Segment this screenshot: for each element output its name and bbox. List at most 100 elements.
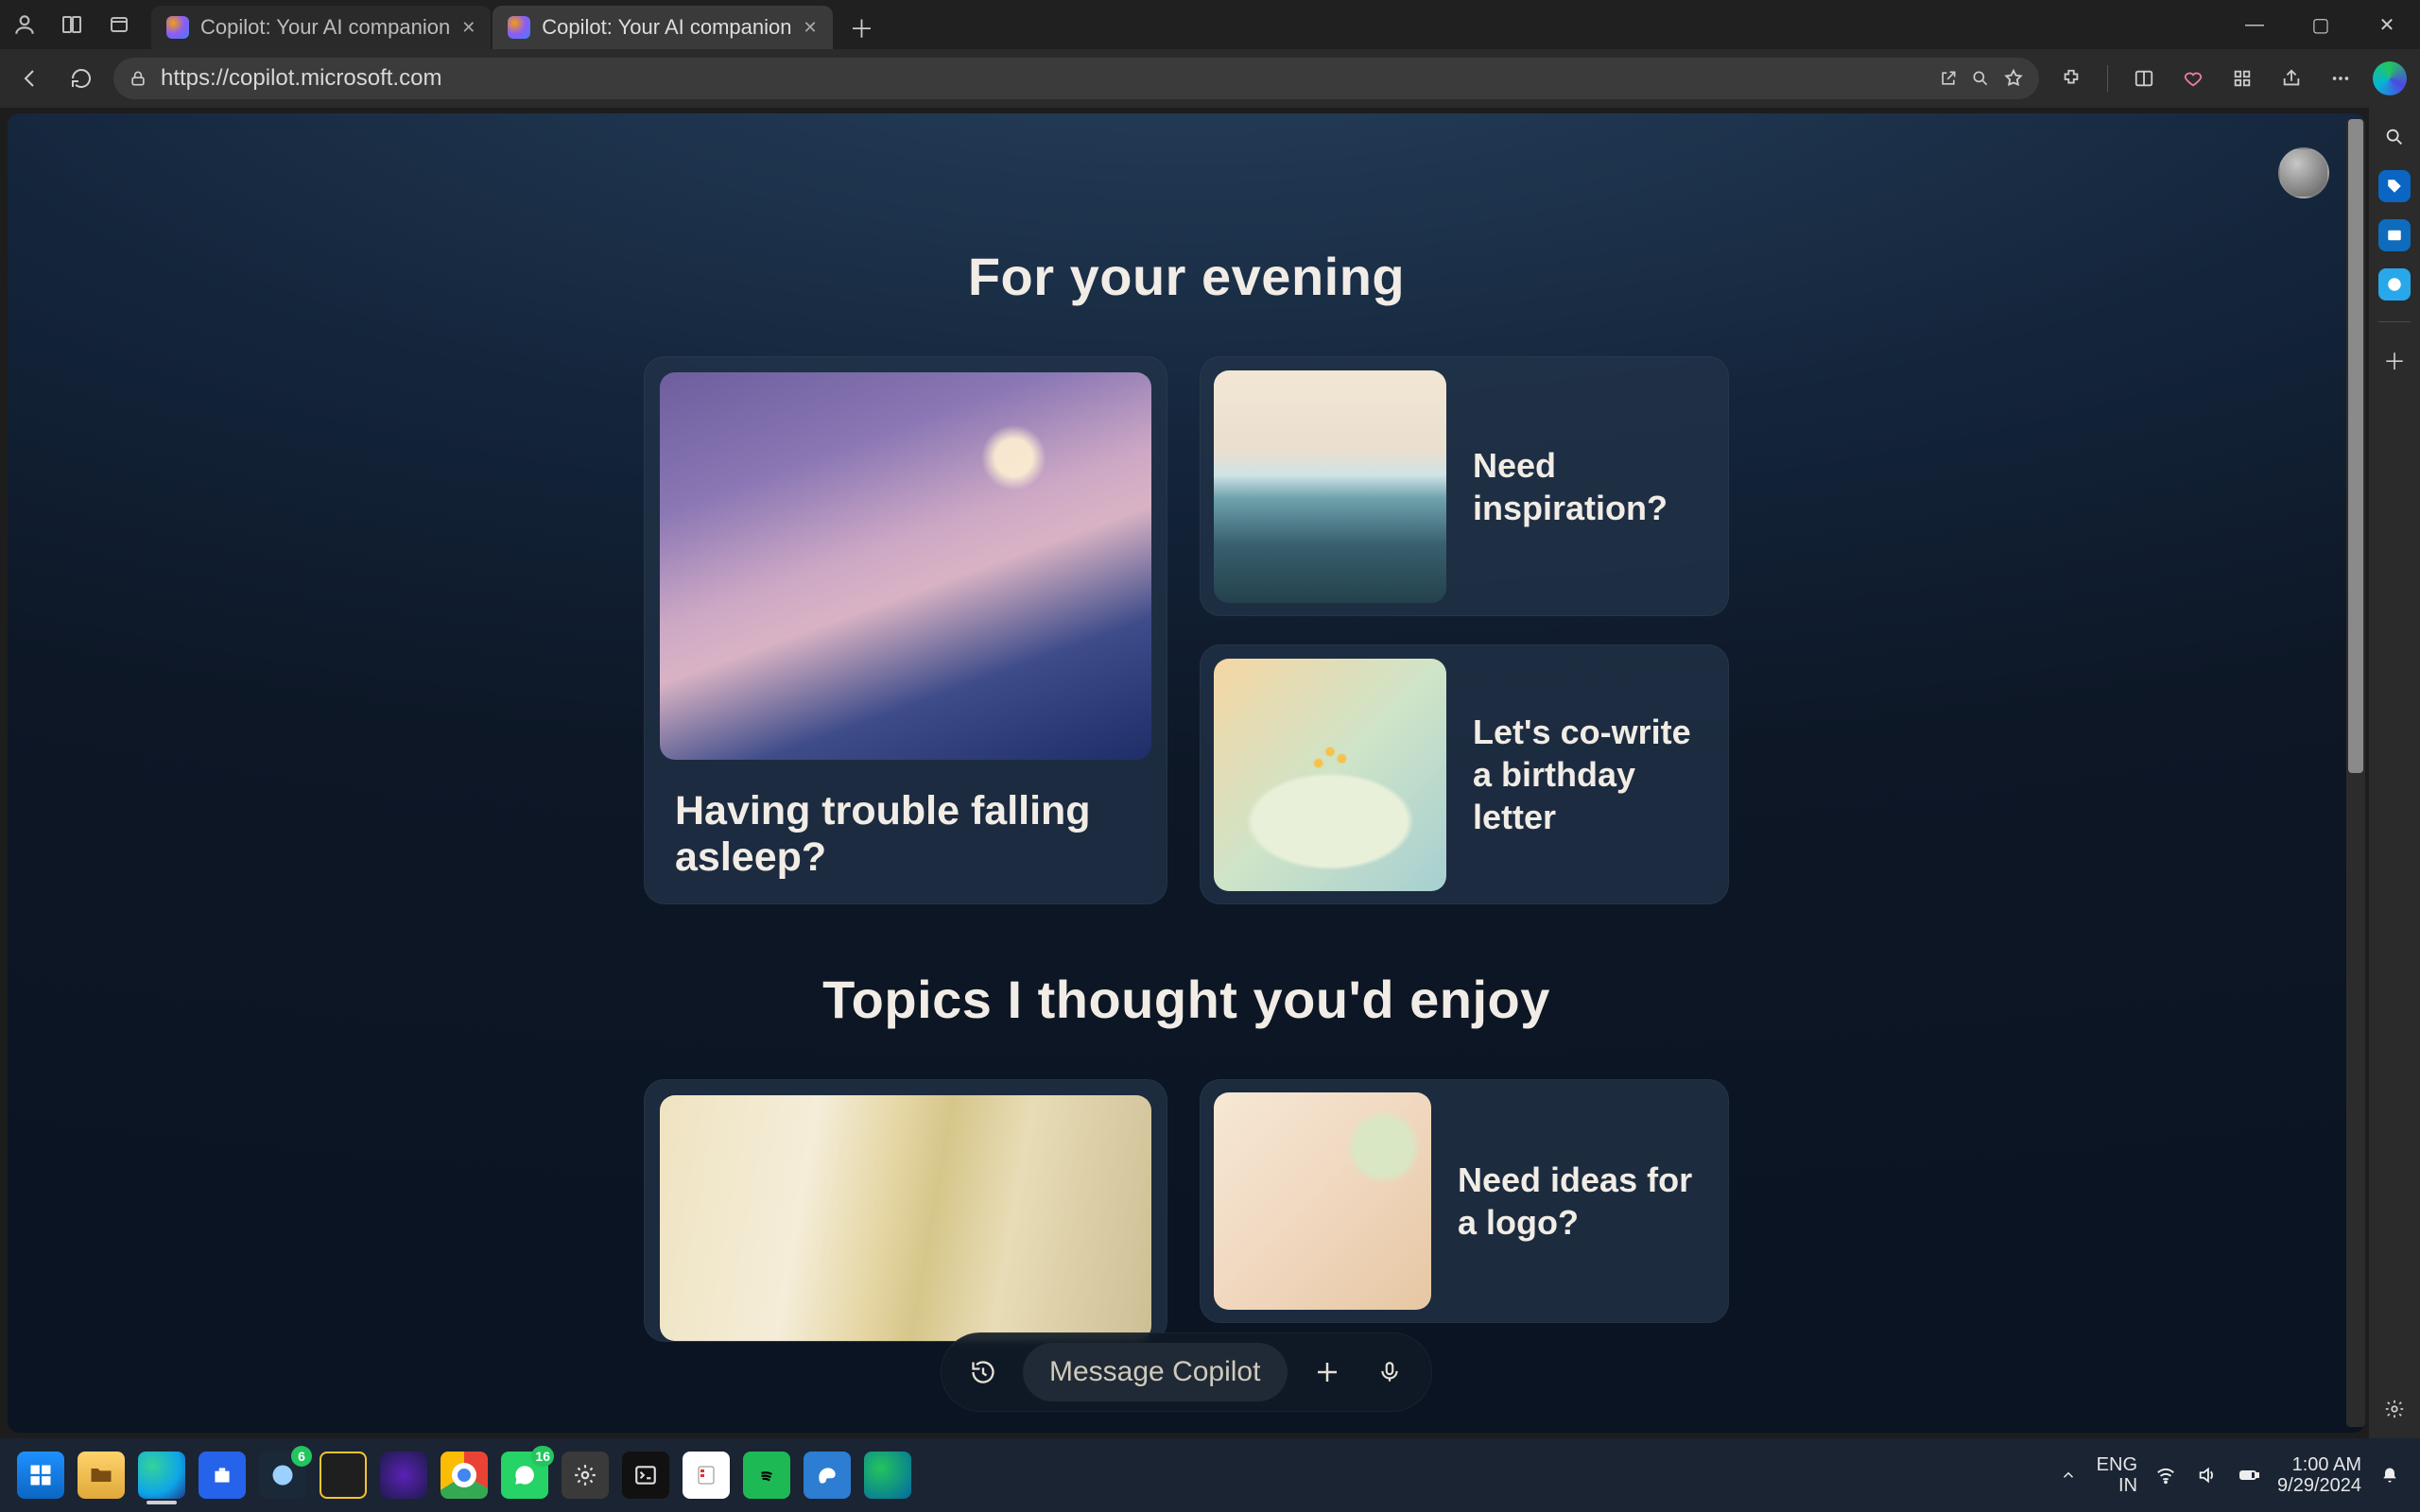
chrome-icon[interactable]	[441, 1452, 488, 1499]
card-image-laptop	[1214, 1092, 1431, 1310]
date: 9/29/2024	[2277, 1475, 2361, 1496]
address-bar[interactable]: https://copilot.microsoft.com	[113, 58, 2039, 99]
tab-1[interactable]: Copilot: Your AI companion ✕	[151, 6, 491, 49]
suggestion-card-small[interactable]: Let's co-write a birthday letter	[1200, 644, 1729, 904]
edge-sidebar: ＋	[2369, 108, 2420, 1438]
volume-icon[interactable]	[2194, 1462, 2221, 1488]
notifications-icon[interactable]	[2377, 1462, 2403, 1488]
browser-globe-icon[interactable]	[864, 1452, 911, 1499]
shopping-tag-icon[interactable]	[2378, 170, 2411, 202]
tab-strip: Copilot: Your AI companion ✕ Copilot: Yo…	[151, 0, 884, 49]
close-icon[interactable]: ✕	[461, 18, 475, 38]
close-icon[interactable]: ✕	[803, 18, 817, 38]
suggestion-card-small[interactable]: Need ideas for a logo?	[1200, 1079, 1729, 1323]
chat-placeholder: Message Copilot	[1049, 1356, 1260, 1388]
card-title: Let's co-write a birthday letter	[1473, 711, 1715, 838]
back-button[interactable]	[11, 60, 49, 97]
section-heading: Topics I thought you'd enjoy	[822, 969, 1550, 1030]
more-menu-icon[interactable]	[2322, 60, 2360, 97]
url-text: https://copilot.microsoft.com	[161, 65, 1926, 92]
workspaces-icon[interactable]	[57, 9, 87, 40]
history-icon[interactable]	[960, 1349, 1006, 1395]
steam-icon[interactable]: 6	[259, 1452, 306, 1499]
language-indicator[interactable]: ENG IN	[2097, 1454, 2137, 1496]
tab-2[interactable]: Copilot: Your AI companion ✕	[493, 6, 832, 49]
window-minimize-button[interactable]: —	[2221, 0, 2288, 49]
search-icon[interactable]	[2378, 121, 2411, 153]
scrollbar-thumb[interactable]	[2348, 119, 2363, 773]
open-external-icon[interactable]	[1939, 69, 1958, 88]
system-tray: ENG IN 1:00 AM 9/29/2024	[2055, 1454, 2403, 1496]
share-icon[interactable]	[2273, 60, 2310, 97]
user-avatar[interactable]	[2278, 147, 2329, 198]
media-player-icon[interactable]	[380, 1452, 427, 1499]
time: 1:00 AM	[2277, 1454, 2361, 1475]
suggestion-card-large[interactable]	[644, 1079, 1167, 1342]
page-content: For your evening Having trouble falling …	[8, 113, 2365, 1433]
microphone-icon[interactable]	[1367, 1349, 1412, 1395]
extensions-icon[interactable]	[2052, 60, 2090, 97]
window-maximize-button[interactable]: ▢	[2288, 0, 2354, 49]
card-image-cake	[1214, 659, 1446, 891]
tabs-overview-icon[interactable]	[104, 9, 134, 40]
badge: 6	[291, 1446, 312, 1467]
section-heading: For your evening	[968, 246, 1405, 307]
settings-icon[interactable]	[562, 1452, 609, 1499]
battery-icon[interactable]	[2236, 1462, 2262, 1488]
lock-icon	[129, 69, 147, 88]
collections-icon[interactable]	[2223, 60, 2261, 97]
suggestion-card-small[interactable]: Need inspiration?	[1200, 356, 1729, 616]
card-image-curtain	[660, 1095, 1151, 1341]
favorites-heart-icon[interactable]	[2174, 60, 2212, 97]
maximize-icon: ▢	[2312, 13, 2330, 37]
copilot-orb-icon[interactable]	[2371, 60, 2409, 97]
minimize-icon: —	[2245, 14, 2264, 36]
split-screen-icon[interactable]	[2125, 60, 2163, 97]
window-titlebar: Copilot: Your AI companion ✕ Copilot: Yo…	[0, 0, 2420, 49]
tab-favicon	[166, 16, 189, 39]
language-bottom: IN	[2097, 1475, 2137, 1496]
pycharm-icon[interactable]	[320, 1452, 367, 1499]
divider	[2107, 65, 2108, 92]
start-button[interactable]	[17, 1452, 64, 1499]
skype-icon[interactable]	[2378, 268, 2411, 301]
tab-title: Copilot: Your AI companion	[542, 15, 791, 40]
settings-gear-icon[interactable]	[2378, 1393, 2411, 1425]
language-top: ENG	[2097, 1454, 2137, 1475]
browser-toolbar: https://copilot.microsoft.com	[0, 49, 2420, 108]
paint-icon[interactable]	[804, 1452, 851, 1499]
new-tab-button[interactable]: ＋	[840, 6, 884, 49]
clock[interactable]: 1:00 AM 9/29/2024	[2277, 1454, 2361, 1496]
card-image-sea	[1214, 370, 1446, 603]
whatsapp-icon[interactable]: 16	[501, 1452, 548, 1499]
terminal-icon[interactable]	[622, 1452, 669, 1499]
card-title: Need inspiration?	[1473, 444, 1715, 529]
wifi-icon[interactable]	[2152, 1462, 2179, 1488]
tab-favicon	[508, 16, 530, 39]
file-explorer-icon[interactable]	[78, 1452, 125, 1499]
suggestion-card-large[interactable]: Having trouble falling asleep?	[644, 356, 1167, 904]
character-map-icon[interactable]	[683, 1452, 730, 1499]
add-sidebar-icon[interactable]: ＋	[2378, 343, 2411, 375]
tray-chevron-icon[interactable]	[2055, 1462, 2082, 1488]
scrollbar[interactable]	[2346, 119, 2365, 1427]
card-title: Need ideas for a logo?	[1458, 1159, 1715, 1244]
chat-input[interactable]: Message Copilot	[1023, 1343, 1288, 1401]
outlook-icon[interactable]	[2378, 219, 2411, 251]
card-title: Having trouble falling asleep?	[660, 760, 1151, 881]
refresh-button[interactable]	[62, 60, 100, 97]
windows-taskbar: 6 16 ENG IN	[0, 1438, 2420, 1512]
window-close-button[interactable]: ✕	[2354, 0, 2420, 49]
microsoft-store-icon[interactable]	[199, 1452, 246, 1499]
profile-icon[interactable]	[9, 9, 40, 40]
favorite-star-icon[interactable]	[2003, 68, 2024, 89]
badge: 16	[531, 1446, 554, 1467]
tab-title: Copilot: Your AI companion	[200, 15, 450, 40]
divider	[2378, 321, 2411, 322]
add-icon[interactable]	[1305, 1349, 1350, 1395]
zoom-icon[interactable]	[1971, 69, 1990, 88]
spotify-icon[interactable]	[743, 1452, 790, 1499]
edge-browser-icon[interactable]	[138, 1452, 185, 1499]
close-icon: ✕	[2379, 13, 2395, 37]
chat-input-bar: Message Copilot	[941, 1332, 1432, 1412]
